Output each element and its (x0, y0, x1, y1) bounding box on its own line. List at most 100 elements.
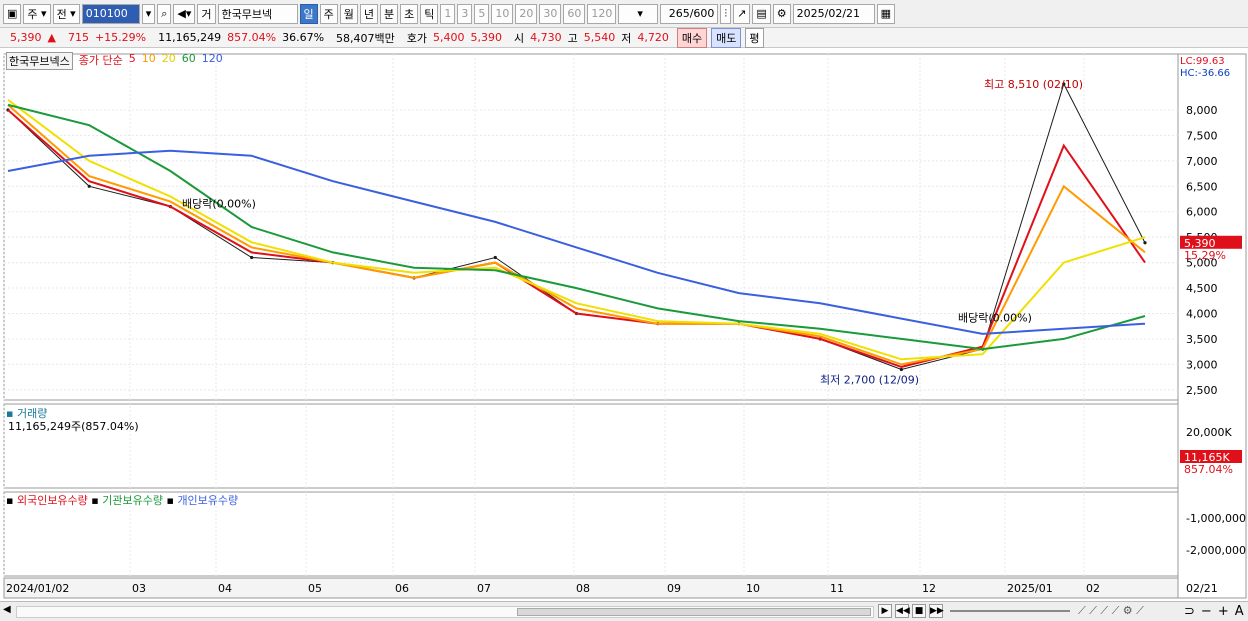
low-annotation: 최저 2,700 (12/09) (820, 374, 919, 387)
timeframe-day[interactable]: 일 (299, 3, 318, 24)
x-tick-label: 06 (395, 582, 409, 595)
stop-icon[interactable]: ■ (912, 604, 926, 618)
x-tick-label: 10 (746, 582, 760, 595)
kind-label: 거 (197, 3, 216, 24)
data-point (493, 255, 497, 260)
y-tick-label: 3,000 (1186, 358, 1218, 371)
tick-option[interactable]: 5 (474, 3, 490, 24)
price-panel-frame (3, 53, 1179, 401)
x-right-label: 02/21 (1186, 582, 1218, 595)
zoom-in-icon[interactable]: + (1218, 604, 1229, 619)
toolbar: ▣ 주 ▾ 전 ▾ 010100 ▾ ⌕ ◀▾ 거 한국무브넥 일 주 월 년 … (0, 0, 1248, 28)
low-label: 저 (621, 31, 632, 45)
zoom-fit-icon[interactable]: ⊃ (1184, 604, 1195, 619)
calendar-icon[interactable]: ▦ (876, 3, 896, 24)
quote-bar: 5,390 ▲ 715 +15.29% 11,165,249 857.04% 3… (0, 27, 1248, 48)
trade-amount: 58,407백만 (336, 31, 395, 45)
timeframe-minute[interactable]: 분 (380, 3, 399, 24)
ma10-label[interactable]: 10 (142, 52, 156, 70)
bar-count-input[interactable]: 265/600 (660, 3, 719, 24)
scroll-left-icon[interactable]: ◀ (3, 604, 11, 615)
hc-label: HC:-36.66 (1180, 68, 1230, 79)
timeframe-month[interactable]: 월 (339, 3, 358, 24)
custom-period-input[interactable]: ▾ (618, 3, 659, 24)
x-tick-label: 07 (477, 582, 491, 595)
x-tick-label: 09 (667, 582, 681, 595)
data-point (899, 367, 903, 372)
timeframe-year[interactable]: 년 (359, 3, 379, 24)
timeframe-second[interactable]: 초 (400, 3, 419, 24)
drawing-tools-icon[interactable]: ⟋ ⟋ ⟋ ⟋ ⚙ ⟋ (1078, 604, 1144, 618)
timeframe-week[interactable]: 주 (319, 3, 338, 24)
data-point (1143, 241, 1147, 245)
rewind-icon[interactable]: ◀◀ (895, 604, 910, 618)
tick-option[interactable]: 30 (539, 3, 562, 24)
volume-block: 11,165,249 857.04% 36.67% (154, 31, 328, 44)
lc-label: LC:99.63 (1180, 56, 1225, 67)
gear-icon[interactable]: ⚙ (772, 3, 791, 24)
tick-option[interactable]: 60 (563, 3, 586, 24)
x-tick-label: 2024/01/02 (6, 582, 69, 595)
font-size-icon[interactable]: A (1235, 604, 1244, 619)
scroll-thumb[interactable] (517, 608, 871, 616)
institution-holding-label: 기관보유수량 (102, 494, 163, 507)
tick-option[interactable]: 3 (457, 3, 473, 24)
ma-label: 종가 단순 (78, 54, 123, 67)
fast-forward-icon[interactable]: ▶▶ (929, 604, 944, 618)
speaker-icon[interactable]: ◀▾ (173, 3, 196, 24)
open-price: 4,730 (530, 31, 562, 44)
high-price: 5,540 (583, 31, 616, 44)
scope-select[interactable]: 전 ▾ (52, 3, 80, 24)
y-tick-label: 3,500 (1186, 333, 1218, 346)
ohl-block: 시 4,730 고 5,540 저 4,720 (510, 30, 673, 46)
timeframe-tick[interactable]: 틱 (420, 3, 439, 24)
dividend-annotation: 배당락(0.00%) (182, 198, 256, 211)
y-tick-label: 6,000 (1186, 206, 1218, 219)
y-tick-label: 2,500 (1186, 384, 1218, 397)
line-tool-icon[interactable]: ↗ (733, 3, 751, 24)
tick-option[interactable]: 120 (587, 3, 617, 24)
stock-name-field: 한국무브넥 (217, 3, 298, 24)
code-dropdown-icon[interactable]: ▾ (141, 3, 156, 24)
foreign-holding-label: 외국인보유수량 (16, 494, 88, 507)
tick-option[interactable]: 10 (491, 3, 514, 24)
ma5-label[interactable]: 5 (129, 52, 136, 70)
save-icon[interactable]: ▤ (752, 3, 771, 24)
ask-price: 5,400 (433, 31, 465, 44)
price-change: 715 (67, 31, 89, 44)
period-select[interactable]: 주 ▾ (23, 3, 51, 24)
zoom-controls: ⊃ − + A (1184, 604, 1244, 619)
scroll-right-icon[interactable]: ▶ (878, 604, 892, 618)
data-point (87, 184, 91, 188)
y-tick-label: 4,000 (1186, 308, 1218, 321)
zoom-out-icon[interactable]: − (1201, 604, 1212, 619)
chart-icon[interactable]: ▣ (3, 3, 22, 24)
zoom-slider[interactable] (950, 610, 1070, 612)
y-tick-label: 6,500 (1186, 180, 1218, 193)
candle-icon[interactable]: ⫶ (720, 3, 732, 24)
volume: 11,165,249 (158, 31, 222, 44)
ma60-label[interactable]: 60 (182, 52, 196, 70)
stock-code-input[interactable]: 010100 (81, 3, 140, 24)
eval-button[interactable]: 평 (745, 27, 764, 48)
date-input[interactable]: 2025/02/21 (792, 3, 875, 24)
buy-button[interactable]: 매수 (676, 27, 708, 48)
turnover: 36.67% (282, 31, 325, 44)
price-chart[interactable]: 8,0007,5007,0006,5006,0005,5005,0004,500… (0, 48, 1248, 601)
data-point (250, 255, 254, 260)
tick-option[interactable]: 20 (515, 3, 538, 24)
horizontal-scrollbar[interactable] (16, 606, 874, 618)
sell-button[interactable]: 매도 (711, 27, 742, 48)
tick-option[interactable]: 1 (440, 3, 456, 24)
search-icon[interactable]: ⌕ (157, 3, 172, 24)
up-arrow-icon: ▲ (47, 31, 56, 44)
ma20-label[interactable]: 20 (162, 52, 176, 70)
stock-name-legend: 한국무브넥스 (6, 52, 73, 70)
change-block: 715 +15.29% (64, 31, 150, 44)
ma120-label[interactable]: 120 (202, 52, 223, 70)
bottom-bar: ◀ ▶ ◀◀ ■ ▶▶ ⟋ ⟋ ⟋ ⟋ ⚙ ⟋ ⊃ − + A (0, 601, 1248, 621)
x-tick-label: 11 (830, 582, 844, 595)
volume-ratio: 857.04% (227, 31, 277, 44)
x-tick-label: 12 (922, 582, 936, 595)
y-tick-label: 7,500 (1186, 129, 1218, 142)
